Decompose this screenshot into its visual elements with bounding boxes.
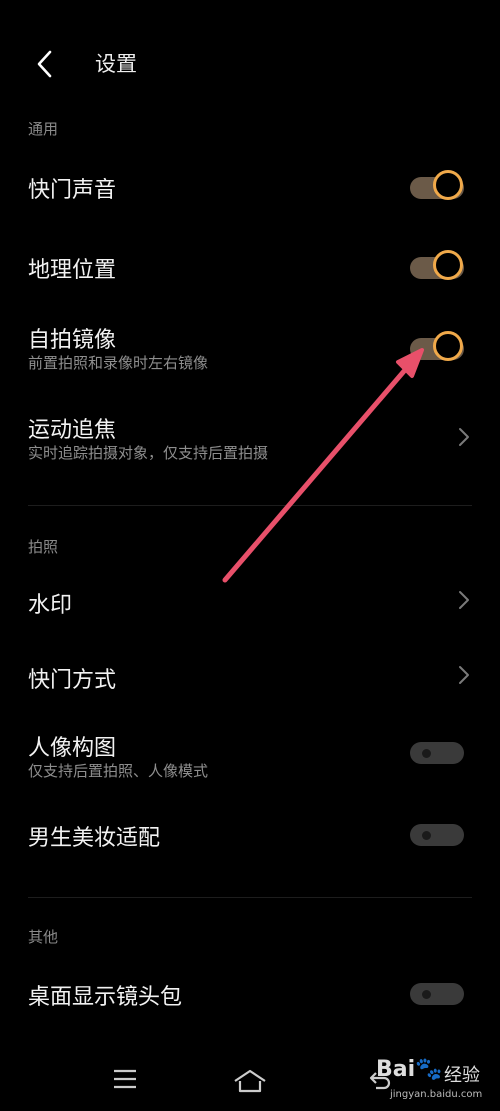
setting-row-selfie-mirror[interactable]: 自拍镜像 前置拍照和录像时左右镜像 xyxy=(0,315,500,381)
setting-row-watermark[interactable]: 水印 xyxy=(0,575,500,629)
setting-title: 地理位置 xyxy=(28,258,117,283)
toggle-knob xyxy=(422,831,431,840)
section-label-general: 通用 xyxy=(28,120,59,138)
header-bar: 设置 xyxy=(0,0,500,120)
setting-title: 男生美妆适配 xyxy=(28,826,161,851)
setting-row-motion-focus[interactable]: 运动追焦 实时追踪拍摄对象，仅支持后置拍摄 xyxy=(0,405,500,471)
chevron-right-icon xyxy=(459,666,469,684)
section-divider xyxy=(28,505,472,506)
toggle-track xyxy=(410,742,464,764)
setting-title: 快门方式 xyxy=(28,668,117,693)
setting-title: 水印 xyxy=(28,593,73,618)
watermark-url: jingyan.baidu.com xyxy=(390,1089,483,1100)
setting-row-portrait-composition[interactable]: 人像构图 仅支持后置拍照、人像模式 xyxy=(0,723,500,789)
chevron-right-icon xyxy=(459,428,469,446)
toggle-knob xyxy=(422,990,431,999)
section-label-other: 其他 xyxy=(28,928,59,946)
toggle-knob xyxy=(433,331,463,361)
setting-subtitle: 前置拍照和录像时左右镜像 xyxy=(28,354,209,372)
back-arrow-icon[interactable] xyxy=(28,46,64,82)
setting-title: 快门声音 xyxy=(28,178,117,203)
toggle-knob xyxy=(433,250,463,280)
setting-title: 人像构图 xyxy=(28,736,117,761)
setting-row-desktop-lens-pack[interactable]: 桌面显示镜头包 xyxy=(0,967,500,1021)
watermark-logo: Bai🐾 xyxy=(376,1057,443,1082)
toggle-knob xyxy=(433,170,463,200)
portrait-composition-toggle[interactable] xyxy=(410,737,466,764)
chevron-right-icon xyxy=(459,591,469,609)
setting-row-shutter-sound[interactable]: 快门声音 xyxy=(0,160,500,214)
setting-title: 自拍镜像 xyxy=(28,328,117,353)
toggle-track xyxy=(410,983,464,1005)
setting-row-location[interactable]: 地理位置 xyxy=(0,240,500,294)
setting-title: 桌面显示镜头包 xyxy=(28,985,183,1010)
setting-subtitle: 实时追踪拍摄对象，仅支持后置拍摄 xyxy=(28,444,269,462)
desktop-lens-pack-toggle[interactable] xyxy=(410,978,466,1005)
setting-row-male-beauty[interactable]: 男生美妆适配 xyxy=(0,808,500,862)
toggle-track xyxy=(410,824,464,846)
home-icon[interactable] xyxy=(232,1068,268,1094)
setting-row-shutter-mode[interactable]: 快门方式 xyxy=(0,650,500,704)
watermark-text: 经验 xyxy=(444,1065,480,1086)
male-beauty-toggle[interactable] xyxy=(410,819,466,846)
menu-icon[interactable] xyxy=(112,1068,138,1090)
baidu-jingyan-watermark: Bai🐾 经验 jingyan.baidu.com xyxy=(370,1055,498,1107)
toggle-knob xyxy=(422,749,431,758)
selfie-mirror-toggle[interactable] xyxy=(410,331,466,361)
setting-subtitle: 仅支持后置拍照、人像模式 xyxy=(28,762,209,780)
setting-title: 运动追焦 xyxy=(28,418,117,443)
shutter-sound-toggle[interactable] xyxy=(410,170,466,200)
section-divider xyxy=(28,897,472,898)
page-title: 设置 xyxy=(95,52,137,76)
section-label-photo: 拍照 xyxy=(28,538,59,556)
location-toggle[interactable] xyxy=(410,250,466,280)
